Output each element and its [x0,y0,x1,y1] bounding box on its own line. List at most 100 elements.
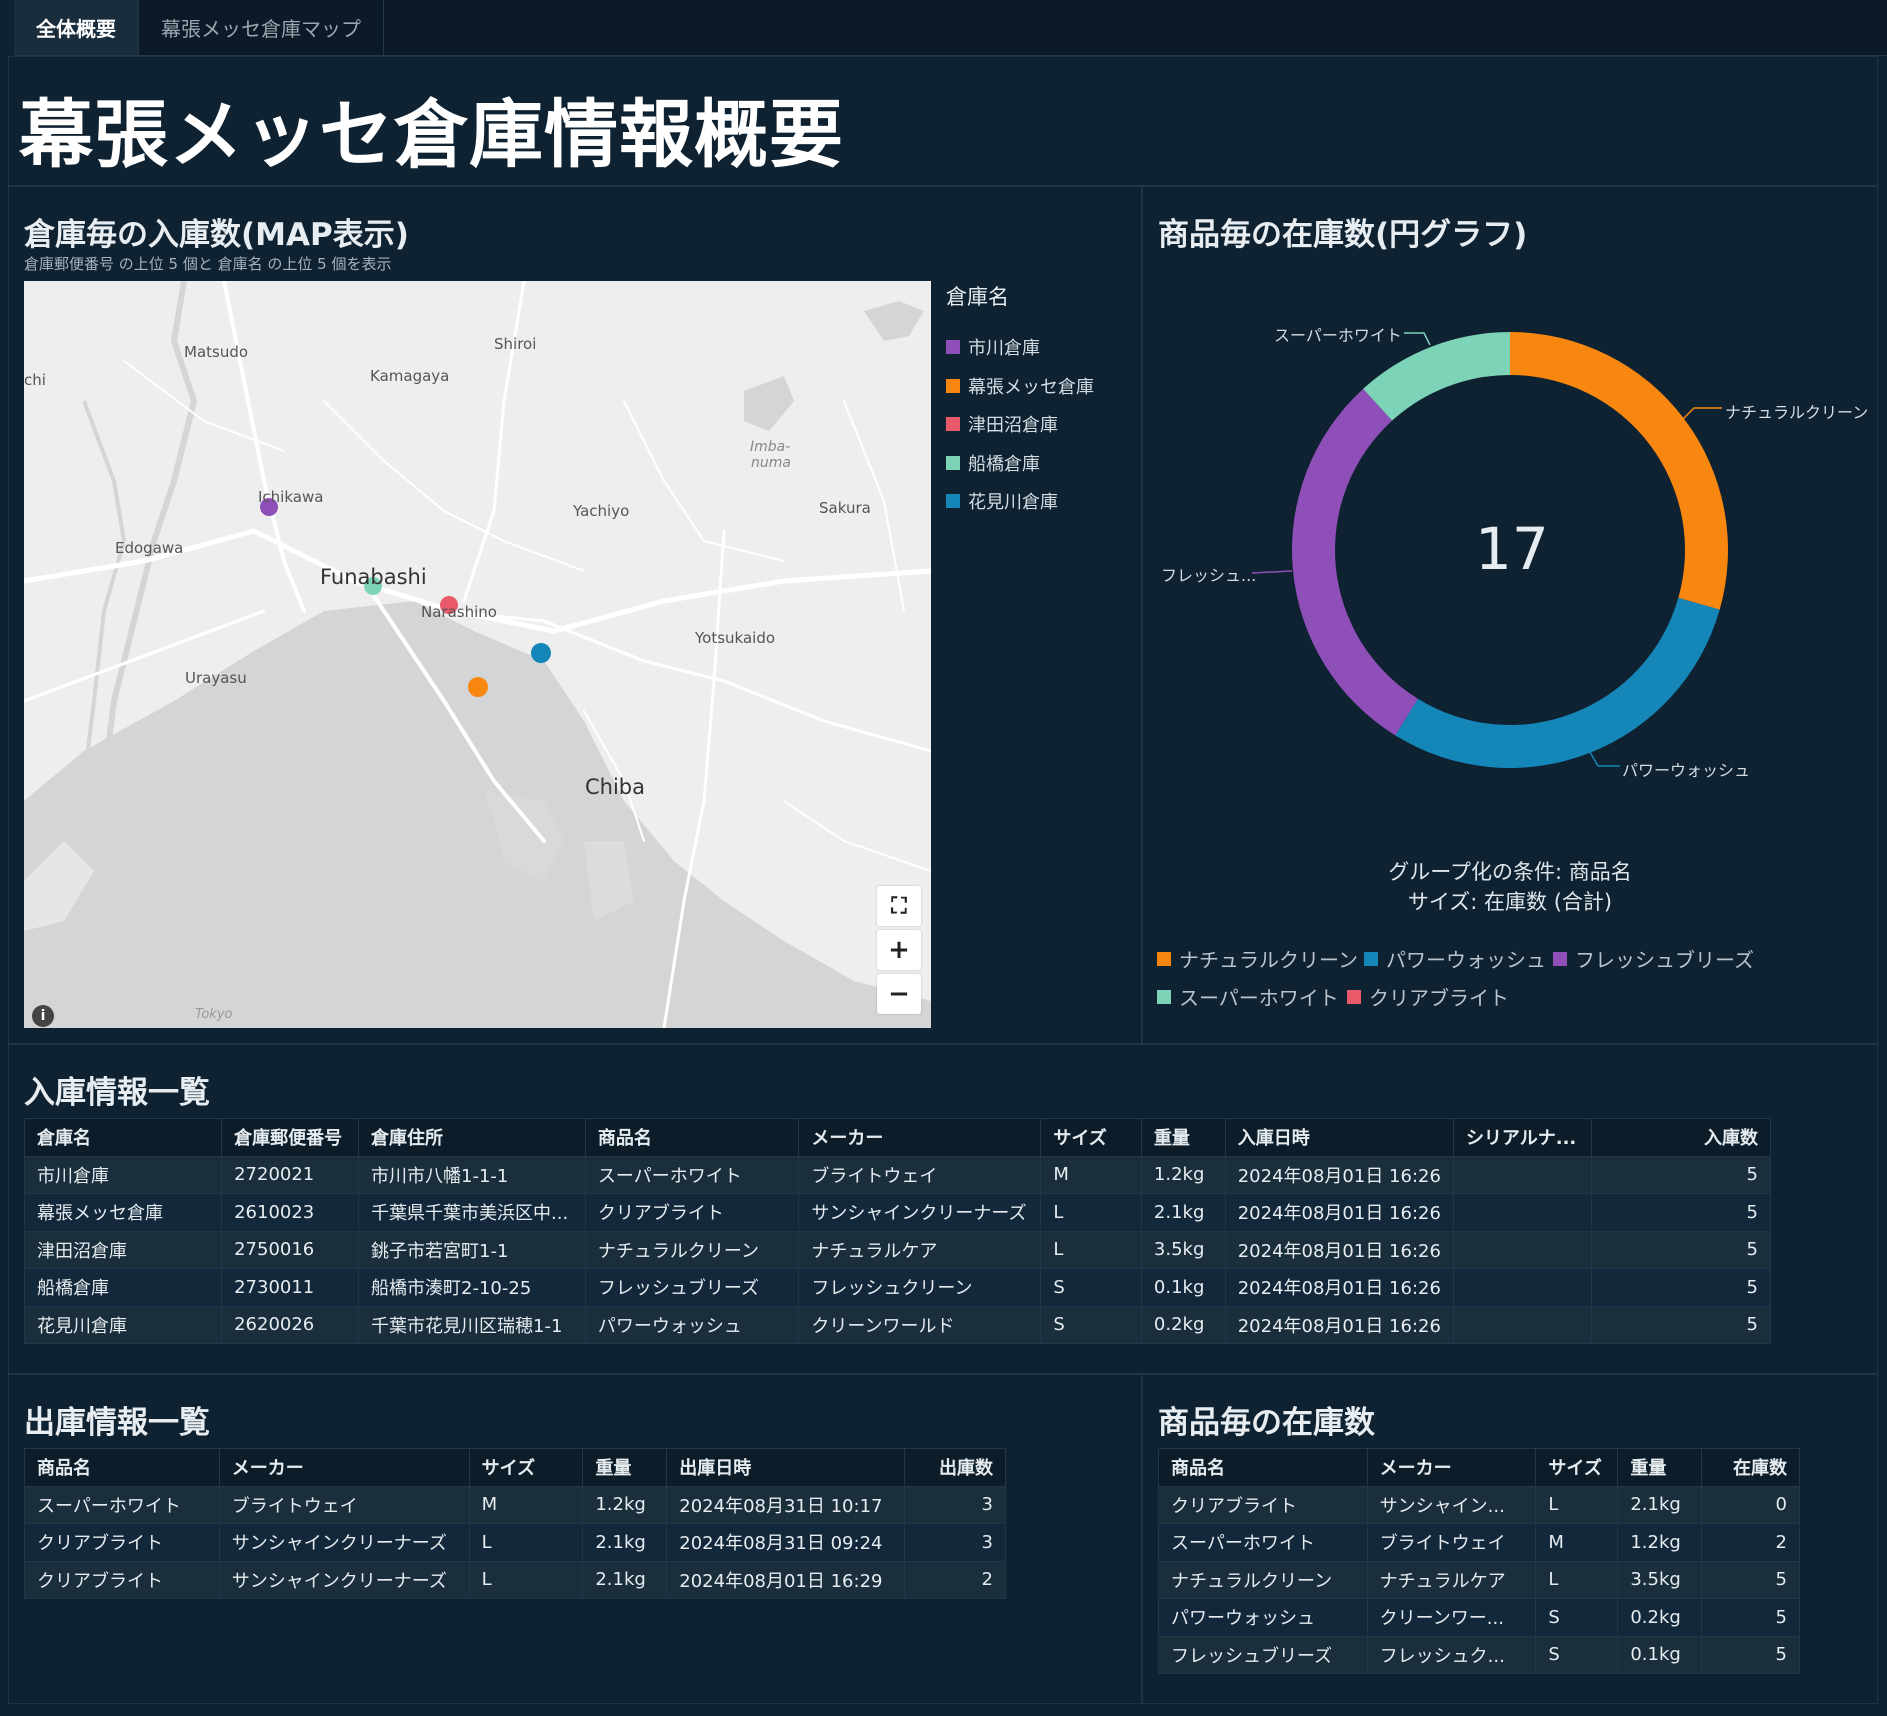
pie-legend-item[interactable]: パワーウォッシュ [1364,944,1546,973]
map-legend-item[interactable]: 幕張メッセ倉庫 [946,373,1094,399]
map-recenter-button[interactable]: ⛶ [877,886,921,926]
table-header-row: 商品名 メーカー サイズ 重量 出庫日時 出庫数 [24,1448,1006,1487]
map-legend-item[interactable]: 花見川倉庫 [946,488,1058,514]
legend-swatch [946,417,960,431]
legend-swatch [1157,989,1171,1004]
map-zoom-in-button[interactable]: + [877,930,921,970]
table-row[interactable]: クリアブライト サンシャインクリーナーズ L 2.1kg 2024年08月01日 16:… [24,1560,1006,1599]
column-header[interactable]: 商品名 [24,1448,220,1487]
legend-label: ナチュラルクリーン [1179,948,1358,972]
table-cell: 5 [1701,1560,1800,1599]
column-header[interactable]: サイズ [1535,1448,1619,1487]
column-header[interactable]: 重量 [582,1448,668,1487]
table-cell: 5 [1590,1305,1772,1344]
column-header[interactable]: 重量 [1617,1448,1703,1487]
table-cell: フレッシュブリーズ [584,1268,800,1307]
table-cell: 0 [1701,1485,1800,1524]
map-legend-item[interactable]: 船橋倉庫 [946,450,1040,476]
map-base [24,281,931,1028]
table-cell: 2730011 [221,1268,360,1307]
donut-total: 17 [1475,515,1549,583]
table-cell: 2720021 [221,1155,360,1194]
column-header[interactable]: 出庫数 [904,1448,1006,1487]
table-cell: 5 [1590,1155,1772,1194]
pie-legend-item[interactable]: フレッシュブリーズ [1553,944,1754,973]
donut-slice[interactable] [1292,388,1418,736]
map-view[interactable]: Matsudo Shiroi Kamagaya chi Imba- numa I… [24,281,931,1028]
donut-label-powerwash: パワーウォッシュ [1622,761,1751,780]
table-row[interactable]: クリアブライト サンシャインクリーナーズ L 2.1kg 2024年08月31日 09:… [24,1523,1006,1562]
column-header[interactable]: 重量 [1140,1118,1226,1157]
map-legend-item[interactable]: 津田沼倉庫 [946,411,1058,437]
donut-slice[interactable] [1395,597,1720,768]
table-cell: M [1535,1523,1619,1562]
outbound-title: 出庫情報一覧 [24,1405,210,1441]
table-cell: 2024年08月01日 16:26 [1224,1155,1454,1194]
table-cell: 2024年08月01日 16:26 [1224,1305,1454,1344]
column-header[interactable]: 倉庫名 [23,1118,223,1157]
table-row[interactable]: スーパーホワイト ブライトウェイ M 1.2kg 2 [1158,1523,1800,1562]
table-cell: フレッシュクリーン [798,1268,1042,1307]
table-cell [1452,1193,1592,1232]
table-cell: L [1040,1230,1142,1269]
table-row[interactable]: ナチュラルクリーン ナチュラルケア L 3.5kg 5 [1158,1560,1800,1599]
legend-label: 花見川倉庫 [968,492,1058,513]
map-label-yotsukaido: Yotsukaido [695,629,776,647]
table-cell: クリーンワールド [798,1305,1042,1344]
table-row[interactable]: 市川倉庫 2720021 市川市八幡1-1-1 スーパーホワイト ブライトウェイ M 1.2… [23,1155,1772,1194]
column-header[interactable]: シリアルナ... [1452,1118,1592,1157]
table-cell: S [1535,1598,1619,1637]
table-row[interactable]: クリアブライト サンシャイン... L 2.1kg 0 [1158,1485,1800,1524]
map-label-edogawa: Edogawa [115,539,184,557]
column-header[interactable]: メーカー [1366,1448,1537,1487]
table-cell: L [468,1560,584,1599]
column-header[interactable]: 入庫日時 [1224,1118,1454,1157]
table-row[interactable]: フレッシュブリーズ フレッシュク... S 0.1kg 5 [1158,1635,1800,1674]
column-header[interactable]: 出庫日時 [666,1448,906,1487]
table-row[interactable]: 船橋倉庫 2730011 船橋市湊町2-10-25 フレッシュブリーズ フレッシュクリー… [23,1268,1772,1307]
table-cell: フレッシュブリーズ [1158,1635,1368,1674]
table-row[interactable]: 幕張メッセ倉庫 2610023 千葉県千葉市美浜区中... クリアブライト サンシャイン… [23,1193,1772,1232]
legend-swatch [1553,951,1567,966]
map-info-icon[interactable]: i [32,1005,54,1027]
tab-overview[interactable]: 全体概要 [14,0,139,55]
pie-legend-item[interactable]: クリアブライト [1347,982,1509,1011]
table-row[interactable]: スーパーホワイト ブライトウェイ M 1.2kg 2024年08月31日 10:17 3 [24,1485,1006,1524]
column-header[interactable]: 倉庫住所 [358,1118,586,1157]
table-cell: サンシャイン... [1366,1485,1537,1524]
pie-legend-item[interactable]: ナチュラルクリーン [1157,944,1358,973]
table-cell: 2024年08月01日 16:26 [1224,1268,1454,1307]
table-cell [1452,1268,1592,1307]
table-cell: M [1040,1155,1142,1194]
inbound-table: 倉庫名 倉庫郵便番号 倉庫住所 商品名 メーカー サイズ 重量 入庫日時 シリアルナ... 入庫数… [23,1118,1772,1344]
column-header[interactable]: 在庫数 [1701,1448,1800,1487]
table-row[interactable]: 津田沼倉庫 2750016 銚子市若宮町1-1 ナチュラルクリーン ナチュラルケア L 3.… [23,1230,1772,1269]
map-label-urayasu: Urayasu [185,669,247,687]
pie-panel-title: 商品毎の在庫数(円グラフ) [1158,217,1528,253]
table-cell: 2024年08月01日 16:26 [1224,1230,1454,1269]
map-label-chiba: Chiba [585,775,646,799]
table-cell: S [1535,1635,1619,1674]
map-zoom-out-button[interactable]: − [877,974,921,1014]
pie-legend-item[interactable]: スーパーホワイト [1157,982,1339,1011]
table-cell: 0.1kg [1617,1635,1703,1674]
table-cell: 2 [1701,1523,1800,1562]
column-header[interactable]: 商品名 [1158,1448,1368,1487]
table-cell: 2.1kg [582,1560,668,1599]
column-header[interactable]: 入庫数 [1590,1118,1772,1157]
table-row[interactable]: パワーウォッシュ クリーンワー... S 0.2kg 5 [1158,1598,1800,1637]
table-cell: 2.1kg [582,1523,668,1562]
table-row[interactable]: 花見川倉庫 2620026 千葉市花見川区瑞穂1-1 パワーウォッシュ クリーンワールド… [23,1305,1772,1344]
tab-warehouse-map[interactable]: 幕張メッセ倉庫マップ [139,0,384,55]
table-cell: 千葉県千葉市美浜区中... [358,1193,586,1232]
column-header[interactable]: サイズ [1040,1118,1142,1157]
column-header[interactable]: メーカー [218,1448,470,1487]
map-legend-item[interactable]: 市川倉庫 [946,334,1040,360]
column-header[interactable]: サイズ [468,1448,584,1487]
column-header[interactable]: 倉庫郵便番号 [221,1118,360,1157]
legend-swatch [946,456,960,470]
table-cell: クリーンワー... [1366,1598,1537,1637]
column-header[interactable]: 商品名 [584,1118,800,1157]
column-header[interactable]: メーカー [798,1118,1042,1157]
table-cell: スーパーホワイト [1158,1523,1368,1562]
